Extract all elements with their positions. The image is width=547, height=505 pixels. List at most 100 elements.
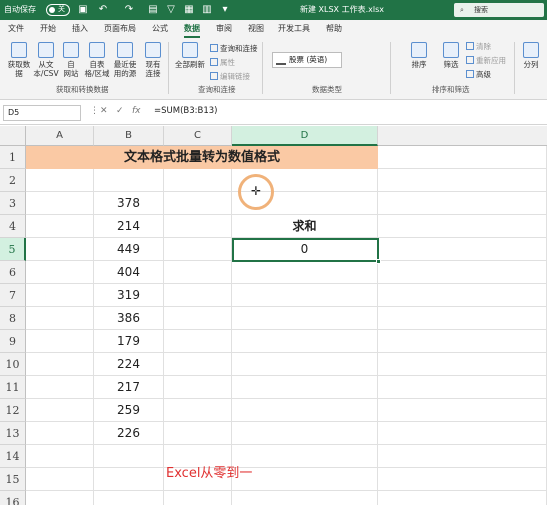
stock-datatype[interactable]: 股票 (英语) <box>272 52 342 68</box>
tab-file[interactable]: 文件 <box>8 23 24 34</box>
grid-cell[interactable] <box>26 284 94 307</box>
split-column-button[interactable]: 分列 <box>518 42 544 69</box>
grid-cell[interactable] <box>26 215 94 238</box>
grid-cell[interactable] <box>232 307 378 330</box>
grid-cell[interactable] <box>164 491 232 505</box>
row-header-13[interactable]: 13 <box>0 422 26 445</box>
grid-cell[interactable] <box>164 284 232 307</box>
column-header-a[interactable]: A <box>26 126 94 146</box>
existing-connections-button[interactable]: 现有 连接 <box>140 42 166 78</box>
grid-cell[interactable] <box>378 307 547 330</box>
grid-cell[interactable] <box>26 192 94 215</box>
grid-cell[interactable] <box>26 491 94 505</box>
value-cell-b4[interactable]: 214 <box>94 215 164 238</box>
value-cell-b10[interactable]: 224 <box>94 353 164 376</box>
tab-developer[interactable]: 开发工具 <box>278 23 310 34</box>
grid-cell[interactable] <box>378 353 547 376</box>
grid-cell[interactable] <box>232 491 378 505</box>
grid-cell[interactable] <box>378 192 547 215</box>
row-header-16[interactable]: 16 <box>0 491 26 505</box>
tab-page-layout[interactable]: 页面布局 <box>104 23 136 34</box>
grid-cell[interactable] <box>378 376 547 399</box>
name-box[interactable]: D5 <box>3 105 81 121</box>
enter-icon[interactable]: ✓ <box>116 106 124 116</box>
grid-cell[interactable] <box>94 445 164 468</box>
advanced-button[interactable]: 高级 <box>466 70 491 80</box>
grid-cell[interactable] <box>378 146 547 169</box>
value-cell-b3[interactable]: 378 <box>94 192 164 215</box>
grid-cell[interactable] <box>26 422 94 445</box>
grid-cell[interactable] <box>26 238 94 261</box>
from-csv-button[interactable]: 从文 本/CSV <box>32 42 60 78</box>
grid-cell[interactable] <box>232 261 378 284</box>
undo-icon[interactable]: ↶ <box>96 3 110 17</box>
get-data-button[interactable]: 获取数 据 <box>4 42 34 78</box>
grid-cell[interactable] <box>94 169 164 192</box>
autosave-toggle[interactable]: 关 <box>46 4 70 16</box>
grid-cell[interactable] <box>26 445 94 468</box>
column-header-c[interactable]: C <box>164 126 232 146</box>
grid-cell[interactable] <box>378 238 547 261</box>
column-header-b[interactable]: B <box>94 126 164 146</box>
fill-handle[interactable] <box>376 259 381 264</box>
grid-cell[interactable] <box>26 468 94 491</box>
grid-cell[interactable] <box>378 422 547 445</box>
value-cell-b6[interactable]: 404 <box>94 261 164 284</box>
grid-cell[interactable] <box>232 353 378 376</box>
row-header-2[interactable]: 2 <box>0 169 26 192</box>
new-sheet-icon[interactable]: ▤ <box>146 3 160 17</box>
formula-input[interactable]: =SUM(B3:B13) <box>154 106 217 116</box>
grid-cell[interactable] <box>378 399 547 422</box>
row-header-1[interactable]: 1 <box>0 146 26 169</box>
row-header-6[interactable]: 6 <box>0 261 26 284</box>
grid-cell[interactable] <box>94 491 164 505</box>
sum-label-cell[interactable]: 求和 <box>232 215 378 238</box>
save-icon[interactable]: ▣ <box>76 3 90 17</box>
from-table-button[interactable]: 自表 格/区域 <box>82 42 112 78</box>
search-box[interactable]: ⌕ 搜索 <box>454 3 544 17</box>
grid-cell[interactable] <box>26 261 94 284</box>
grid-cell[interactable] <box>164 215 232 238</box>
value-cell-b8[interactable]: 386 <box>94 307 164 330</box>
recent-sources-button[interactable]: 最近使 用的源 <box>110 42 140 78</box>
grid-cell[interactable] <box>232 399 378 422</box>
grid-cell[interactable] <box>232 376 378 399</box>
customize-icon[interactable]: ▾ <box>218 3 232 17</box>
grid-cell[interactable] <box>26 376 94 399</box>
grid-cell[interactable] <box>164 169 232 192</box>
value-cell-b13[interactable]: 226 <box>94 422 164 445</box>
from-web-button[interactable]: 自 网站 <box>60 42 82 78</box>
grid-cell[interactable] <box>164 330 232 353</box>
grid-cell[interactable] <box>26 399 94 422</box>
grid-cell[interactable] <box>164 238 232 261</box>
value-cell-b11[interactable]: 217 <box>94 376 164 399</box>
grid-cell[interactable] <box>378 491 547 505</box>
grid-cell[interactable] <box>378 284 547 307</box>
grid-cell[interactable] <box>378 330 547 353</box>
tab-view[interactable]: 视图 <box>248 23 264 34</box>
grid-cell[interactable] <box>378 445 547 468</box>
value-cell-b12[interactable]: 259 <box>94 399 164 422</box>
title-cell[interactable]: 文本格式批量转为数值格式 <box>26 146 378 169</box>
grid-icon[interactable]: ▦ <box>182 3 196 17</box>
properties-button[interactable]: 属性 <box>210 58 235 68</box>
tab-review[interactable]: 审阅 <box>216 23 232 34</box>
redo-icon[interactable]: ↷ <box>122 3 136 17</box>
tab-help[interactable]: 帮助 <box>326 23 342 34</box>
row-header-14[interactable]: 14 <box>0 445 26 468</box>
value-cell-b7[interactable]: 319 <box>94 284 164 307</box>
grid-cell[interactable] <box>164 353 232 376</box>
value-cell-b5[interactable]: 449 <box>94 238 164 261</box>
grid-cell[interactable] <box>26 307 94 330</box>
sort-button[interactable]: 排序 <box>408 42 430 69</box>
cancel-icon[interactable]: ✕ <box>100 106 108 116</box>
row-header-12[interactable]: 12 <box>0 399 26 422</box>
grid-cell[interactable] <box>378 468 547 491</box>
grid-cell[interactable] <box>26 169 94 192</box>
edit-links-button[interactable]: 编辑链接 <box>210 72 250 82</box>
refresh-all-button[interactable]: 全部刷新 <box>172 42 208 69</box>
tab-data[interactable]: 数据 <box>184 23 200 38</box>
grid-cell[interactable] <box>164 376 232 399</box>
grid-cell[interactable] <box>232 330 378 353</box>
grid-cell[interactable] <box>26 330 94 353</box>
